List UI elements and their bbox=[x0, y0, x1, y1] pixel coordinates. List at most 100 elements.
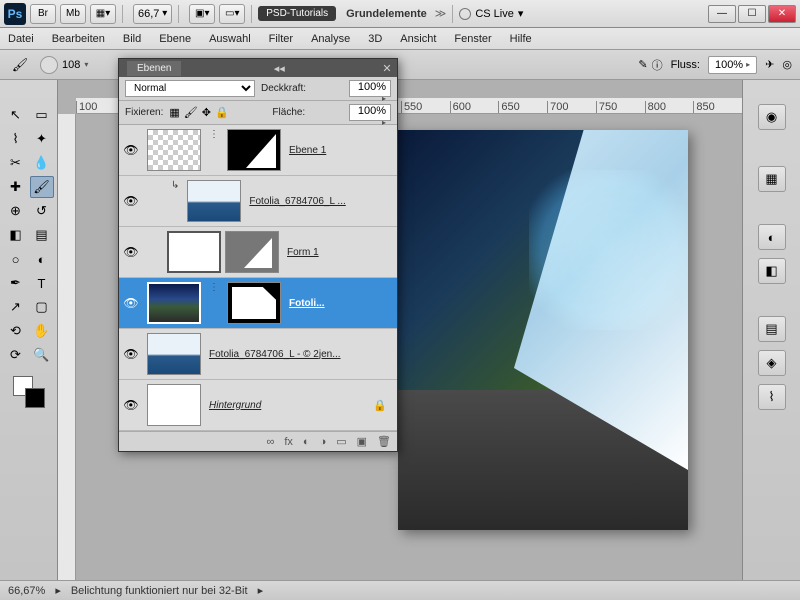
dodge-tool[interactable]: ◐ bbox=[30, 248, 54, 270]
lasso-tool[interactable]: ⌇ bbox=[4, 128, 28, 150]
bridge-button[interactable]: Br bbox=[30, 4, 56, 24]
menu-3d[interactable]: 3D bbox=[368, 33, 382, 45]
current-tool-icon[interactable]: 🖌 bbox=[8, 54, 32, 76]
document-canvas[interactable] bbox=[398, 130, 688, 530]
mask-thumb[interactable] bbox=[227, 282, 281, 324]
menu-hilfe[interactable]: Hilfe bbox=[510, 33, 532, 45]
visibility-toggle[interactable]: 👁 bbox=[119, 143, 143, 157]
view-extras-button[interactable]: ▦▾ bbox=[90, 4, 116, 24]
minibridge-button[interactable]: Mb bbox=[60, 4, 86, 24]
panel-collapse-icon[interactable]: ◂◂ bbox=[269, 62, 289, 75]
airbrush-icon[interactable]: ⓘ bbox=[652, 57, 663, 73]
menu-filter[interactable]: Filter bbox=[269, 33, 293, 45]
color-panel-icon[interactable]: ◉ bbox=[758, 104, 786, 130]
blur-tool[interactable]: ○ bbox=[4, 248, 28, 270]
visibility-toggle[interactable]: 👁 bbox=[119, 398, 143, 412]
opacity-field[interactable]: 100% ▸ bbox=[349, 80, 391, 97]
zoom-tool[interactable]: 🔍 bbox=[30, 344, 54, 366]
eraser-tool[interactable]: ◧ bbox=[4, 224, 28, 246]
color-swatches[interactable] bbox=[13, 376, 45, 408]
path-tool[interactable]: ↗ bbox=[4, 296, 28, 318]
layers-tab[interactable]: Ebenen bbox=[127, 61, 181, 76]
menu-analyse[interactable]: Analyse bbox=[311, 33, 350, 45]
layer-row-5[interactable]: 👁 Fotolia_6784706_L - © 2jen... bbox=[119, 329, 397, 380]
healing-tool[interactable]: ✚ bbox=[4, 176, 28, 198]
layer-thumb[interactable] bbox=[147, 129, 201, 171]
menu-datei[interactable]: Datei bbox=[8, 33, 34, 45]
menu-bild[interactable]: Bild bbox=[123, 33, 141, 45]
maximize-button[interactable]: ☐ bbox=[738, 5, 766, 23]
workspace-more-icon[interactable]: ≫ bbox=[435, 7, 447, 20]
lock-paint-icon[interactable]: 🖌 bbox=[184, 106, 198, 119]
lock-position-icon[interactable]: ✥ bbox=[202, 106, 211, 119]
panel-tabbar[interactable]: Ebenen ◂◂ ✕ bbox=[119, 59, 397, 77]
layer-name[interactable]: Fotolia_6784706_L - © 2jen... bbox=[209, 349, 341, 360]
visibility-toggle[interactable]: 👁 bbox=[119, 194, 143, 208]
workspace-label[interactable]: Grundelemente bbox=[346, 8, 427, 20]
wand-tool[interactable]: ✦ bbox=[30, 128, 54, 150]
brush-tool[interactable]: 🖌 bbox=[30, 176, 54, 198]
layer-row-1[interactable]: 👁 ⋮ Ebene 1 bbox=[119, 125, 397, 176]
fill-field[interactable]: 100% ▸ bbox=[349, 104, 391, 121]
menu-ebene[interactable]: Ebene bbox=[159, 33, 191, 45]
pen-tool[interactable]: ✒ bbox=[4, 272, 28, 294]
shape-tool[interactable]: ▢ bbox=[30, 296, 54, 318]
minimize-button[interactable]: — bbox=[708, 5, 736, 23]
status-arrow-icon[interactable]: ▸ bbox=[258, 584, 264, 597]
trash-icon[interactable]: 🗑 bbox=[377, 435, 391, 448]
lock-transparency-icon[interactable]: ▦ bbox=[169, 106, 179, 119]
airbrush-toggle-icon[interactable]: ✈ bbox=[765, 58, 774, 71]
panel-close-icon[interactable]: ✕ bbox=[377, 62, 397, 75]
close-button[interactable]: ✕ bbox=[768, 5, 796, 23]
visibility-toggle[interactable]: 👁 bbox=[119, 296, 143, 310]
visibility-toggle[interactable]: 👁 bbox=[119, 347, 143, 361]
link-layers-icon[interactable]: ∞ bbox=[267, 436, 275, 448]
layer-thumb[interactable] bbox=[167, 231, 221, 273]
layer-row-2[interactable]: 👁 ↳ Fotolia_6784706_L ... bbox=[119, 176, 397, 227]
crop-tool[interactable]: ✂ bbox=[4, 152, 28, 174]
new-layer-icon[interactable]: ▣ bbox=[357, 435, 367, 448]
status-zoom[interactable]: 66,67% bbox=[8, 585, 45, 597]
swatches-panel-icon[interactable]: ▦ bbox=[758, 166, 786, 192]
vector-mask-thumb[interactable] bbox=[225, 231, 279, 273]
history-brush-tool[interactable]: ↺ bbox=[30, 200, 54, 222]
fluss-field[interactable]: 100% ▸ bbox=[708, 56, 757, 74]
rotate-tool[interactable]: ⟳ bbox=[4, 344, 28, 366]
layer-name[interactable]: Fotolia_6784706_L ... bbox=[249, 196, 345, 207]
layers-panel-icon[interactable]: ▤ bbox=[758, 316, 786, 342]
new-group-icon[interactable]: ▭ bbox=[336, 435, 346, 448]
masks-panel-icon[interactable]: ◧ bbox=[758, 258, 786, 284]
layer-name[interactable]: Hintergrund bbox=[209, 400, 261, 411]
menu-fenster[interactable]: Fenster bbox=[454, 33, 491, 45]
fx-icon[interactable]: fx bbox=[284, 436, 293, 448]
layer-name[interactable]: Form 1 bbox=[287, 247, 319, 258]
stamp-tool[interactable]: ⊕ bbox=[4, 200, 28, 222]
marquee-tool[interactable]: ▭ bbox=[30, 104, 54, 126]
layer-name[interactable]: Fotoli... bbox=[289, 298, 325, 309]
tablet-pressure-icon[interactable]: ✎ bbox=[638, 58, 647, 71]
mask-thumb[interactable] bbox=[227, 129, 281, 171]
channels-panel-icon[interactable]: ◈ bbox=[758, 350, 786, 376]
tablet-opacity-icon[interactable]: ◎ bbox=[782, 58, 792, 71]
layer-thumb[interactable] bbox=[147, 282, 201, 324]
hand-tool[interactable]: ✋ bbox=[30, 320, 54, 342]
background-swatch[interactable] bbox=[25, 388, 45, 408]
add-mask-icon[interactable]: ◐ bbox=[303, 436, 310, 448]
layer-row-6[interactable]: 👁 Hintergrund 🔒 bbox=[119, 380, 397, 431]
adjustment-layer-icon[interactable]: ◑ bbox=[320, 436, 327, 448]
layer-row-3[interactable]: 👁 Form 1 bbox=[119, 227, 397, 278]
gradient-tool[interactable]: ▤ bbox=[30, 224, 54, 246]
screenmode-button[interactable]: ▭▾ bbox=[219, 4, 245, 24]
layer-name[interactable]: Ebene 1 bbox=[289, 145, 326, 156]
menu-auswahl[interactable]: Auswahl bbox=[209, 33, 251, 45]
status-arrow-icon[interactable]: ▸ bbox=[55, 584, 61, 597]
eyedropper-tool[interactable]: 💧 bbox=[30, 152, 54, 174]
move-tool[interactable]: ↖ bbox=[4, 104, 28, 126]
layer-thumb[interactable] bbox=[147, 384, 201, 426]
layer-row-4[interactable]: 👁 ⋮ Fotoli... bbox=[119, 278, 397, 329]
zoom-level-field[interactable]: 66,7 ▾ bbox=[133, 4, 172, 24]
layer-thumb[interactable] bbox=[147, 333, 201, 375]
menu-bearbeiten[interactable]: Bearbeiten bbox=[52, 33, 105, 45]
cslive-button[interactable]: CS Live▾ bbox=[459, 7, 523, 20]
menu-ansicht[interactable]: Ansicht bbox=[400, 33, 436, 45]
